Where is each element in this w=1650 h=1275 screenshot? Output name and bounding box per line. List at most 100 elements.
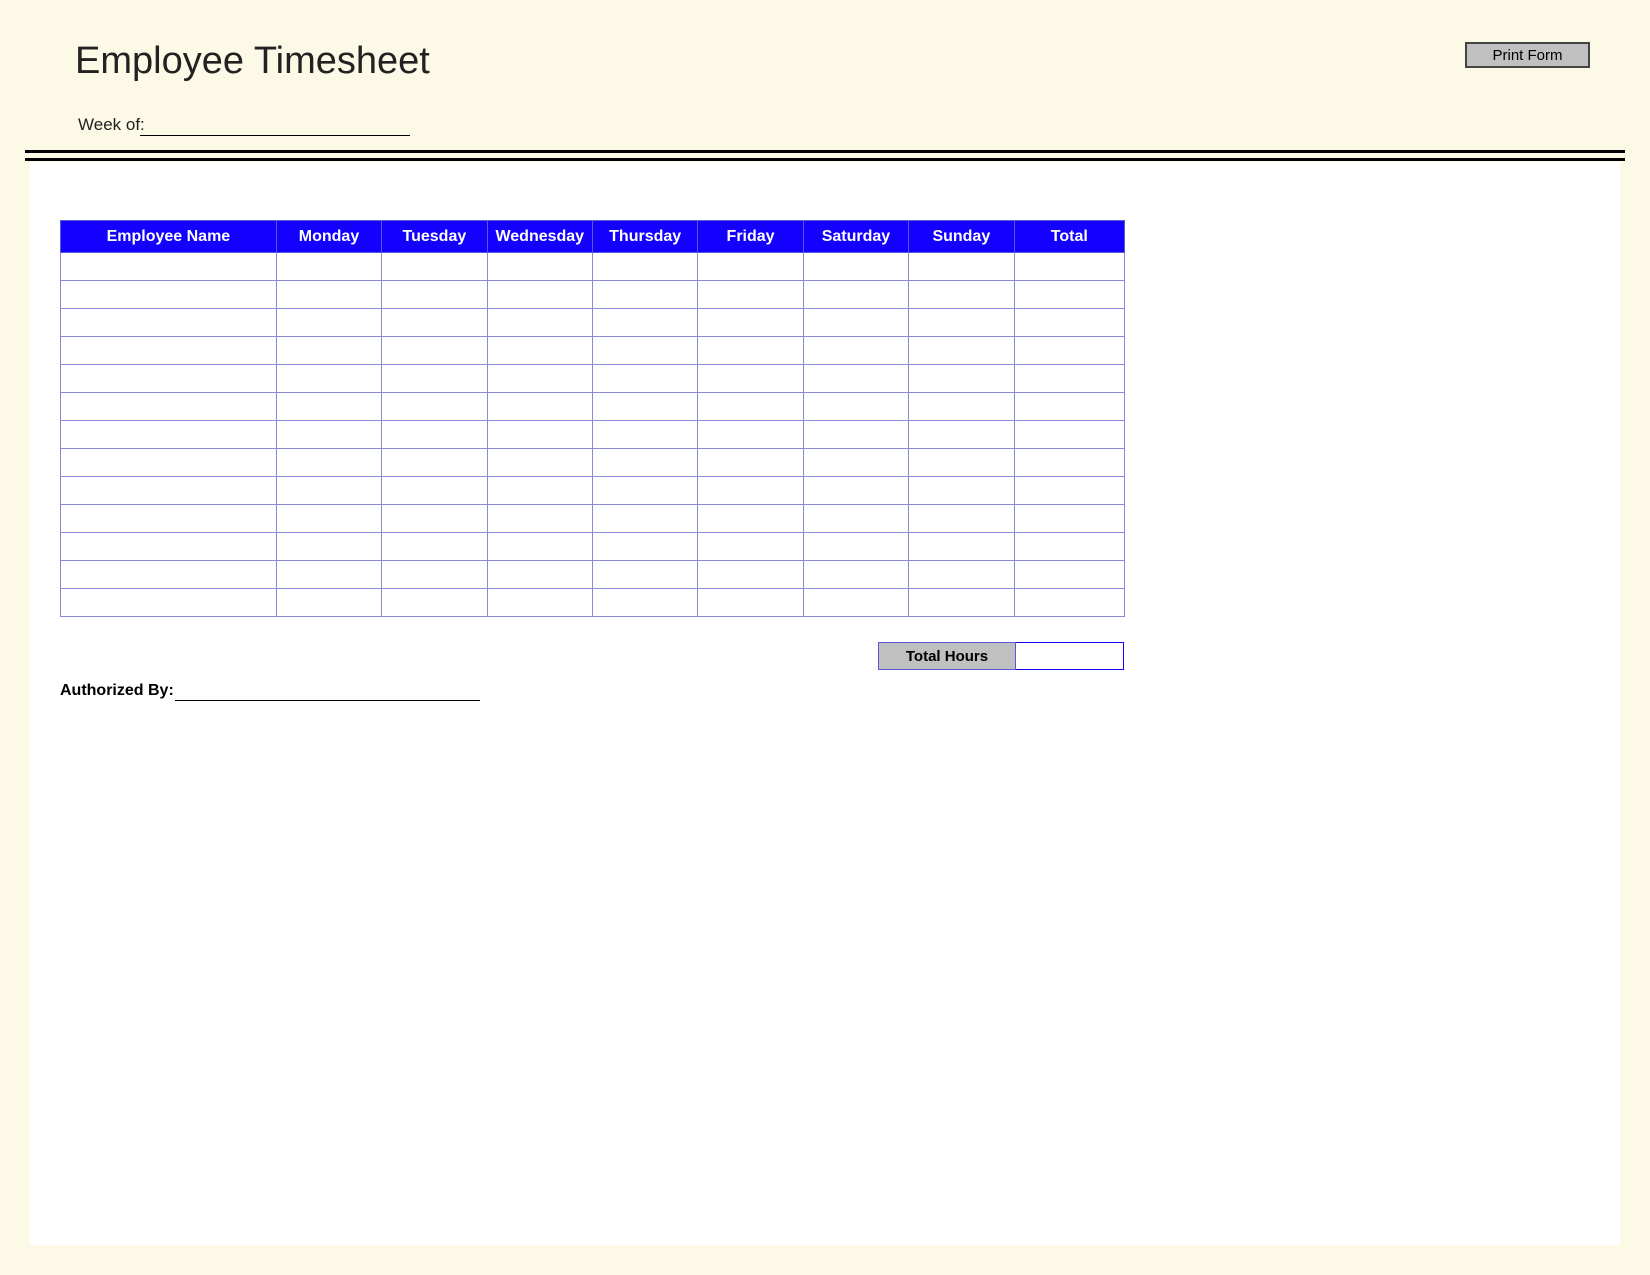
table-cell[interactable] (592, 309, 697, 337)
table-cell[interactable] (276, 281, 381, 309)
table-cell[interactable] (909, 505, 1014, 533)
table-cell[interactable] (61, 449, 277, 477)
table-cell[interactable] (909, 281, 1014, 309)
table-cell[interactable] (382, 449, 487, 477)
table-cell[interactable] (1014, 365, 1124, 393)
table-cell[interactable] (909, 421, 1014, 449)
table-cell[interactable] (698, 253, 803, 281)
table-cell[interactable] (909, 337, 1014, 365)
table-cell[interactable] (803, 281, 908, 309)
table-cell[interactable] (61, 421, 277, 449)
table-cell[interactable] (592, 253, 697, 281)
table-cell[interactable] (276, 533, 381, 561)
table-cell[interactable] (909, 533, 1014, 561)
table-cell[interactable] (1014, 421, 1124, 449)
table-cell[interactable] (382, 281, 487, 309)
table-cell[interactable] (592, 589, 697, 617)
table-cell[interactable] (487, 589, 592, 617)
table-cell[interactable] (803, 589, 908, 617)
table-cell[interactable] (276, 393, 381, 421)
table-cell[interactable] (1014, 589, 1124, 617)
table-cell[interactable] (698, 505, 803, 533)
table-cell[interactable] (61, 253, 277, 281)
table-cell[interactable] (1014, 281, 1124, 309)
table-cell[interactable] (382, 477, 487, 505)
table-cell[interactable] (276, 449, 381, 477)
table-cell[interactable] (909, 393, 1014, 421)
table-cell[interactable] (487, 533, 592, 561)
table-cell[interactable] (909, 449, 1014, 477)
table-cell[interactable] (382, 309, 487, 337)
week-of-input-line[interactable] (140, 135, 410, 136)
table-cell[interactable] (1014, 505, 1124, 533)
table-cell[interactable] (382, 337, 487, 365)
table-cell[interactable] (276, 477, 381, 505)
table-cell[interactable] (276, 505, 381, 533)
table-cell[interactable] (592, 365, 697, 393)
table-cell[interactable] (803, 505, 908, 533)
table-cell[interactable] (1014, 393, 1124, 421)
table-cell[interactable] (803, 253, 908, 281)
table-cell[interactable] (1014, 309, 1124, 337)
table-cell[interactable] (487, 253, 592, 281)
table-cell[interactable] (698, 281, 803, 309)
table-cell[interactable] (803, 393, 908, 421)
table-cell[interactable] (698, 561, 803, 589)
table-cell[interactable] (1014, 477, 1124, 505)
table-cell[interactable] (382, 365, 487, 393)
table-cell[interactable] (803, 449, 908, 477)
table-cell[interactable] (592, 421, 697, 449)
table-cell[interactable] (592, 337, 697, 365)
table-cell[interactable] (803, 309, 908, 337)
table-cell[interactable] (487, 561, 592, 589)
table-cell[interactable] (1014, 253, 1124, 281)
table-cell[interactable] (1014, 337, 1124, 365)
table-cell[interactable] (487, 393, 592, 421)
table-cell[interactable] (382, 589, 487, 617)
table-cell[interactable] (592, 561, 697, 589)
table-cell[interactable] (276, 365, 381, 393)
table-cell[interactable] (909, 589, 1014, 617)
table-cell[interactable] (803, 337, 908, 365)
table-cell[interactable] (698, 477, 803, 505)
table-cell[interactable] (909, 309, 1014, 337)
table-cell[interactable] (592, 477, 697, 505)
table-cell[interactable] (61, 533, 277, 561)
table-cell[interactable] (61, 365, 277, 393)
table-cell[interactable] (61, 393, 277, 421)
table-cell[interactable] (1014, 533, 1124, 561)
table-cell[interactable] (61, 561, 277, 589)
table-cell[interactable] (276, 309, 381, 337)
table-cell[interactable] (487, 449, 592, 477)
table-cell[interactable] (698, 365, 803, 393)
table-cell[interactable] (382, 393, 487, 421)
table-cell[interactable] (909, 561, 1014, 589)
table-cell[interactable] (61, 337, 277, 365)
total-hours-value[interactable] (1016, 642, 1124, 670)
table-cell[interactable] (487, 477, 592, 505)
table-cell[interactable] (382, 253, 487, 281)
table-cell[interactable] (698, 533, 803, 561)
table-cell[interactable] (487, 365, 592, 393)
table-cell[interactable] (382, 533, 487, 561)
table-cell[interactable] (276, 561, 381, 589)
table-cell[interactable] (487, 421, 592, 449)
table-cell[interactable] (276, 589, 381, 617)
table-cell[interactable] (1014, 561, 1124, 589)
table-cell[interactable] (698, 309, 803, 337)
table-cell[interactable] (487, 309, 592, 337)
table-cell[interactable] (909, 253, 1014, 281)
print-form-button[interactable]: Print Form (1465, 42, 1590, 68)
authorized-by-input-line[interactable] (175, 700, 480, 701)
table-cell[interactable] (803, 533, 908, 561)
table-cell[interactable] (61, 281, 277, 309)
table-cell[interactable] (61, 309, 277, 337)
table-cell[interactable] (698, 421, 803, 449)
table-cell[interactable] (803, 365, 908, 393)
table-cell[interactable] (592, 393, 697, 421)
table-cell[interactable] (61, 505, 277, 533)
table-cell[interactable] (382, 561, 487, 589)
table-cell[interactable] (592, 505, 697, 533)
table-cell[interactable] (803, 421, 908, 449)
table-cell[interactable] (487, 281, 592, 309)
